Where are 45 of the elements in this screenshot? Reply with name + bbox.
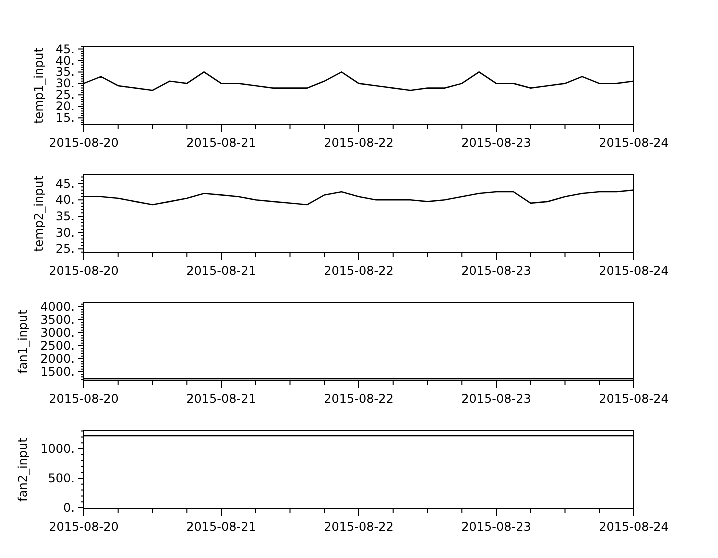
tick-label: 2015-08-23 xyxy=(462,392,532,406)
tick-label: 2015-08-21 xyxy=(186,392,256,406)
tick-label: 30. xyxy=(56,76,75,91)
tick-label: 2015-08-24 xyxy=(599,136,669,150)
tick-label: 2015-08-20 xyxy=(49,264,119,278)
tick-label: 2015-08-21 xyxy=(186,520,256,534)
tick-label: 2500. xyxy=(40,339,75,353)
tick-label: 35. xyxy=(56,65,75,80)
tick-label: 3000. xyxy=(40,326,75,340)
tick-label: 2015-08-23 xyxy=(462,520,532,534)
tick-label: 2015-08-21 xyxy=(186,264,256,278)
tick-label: 2015-08-24 xyxy=(599,392,669,406)
tick-label: 2015-08-20 xyxy=(49,392,119,406)
tick-label: 2015-08-22 xyxy=(324,136,394,150)
tick-label: 1000. xyxy=(40,442,75,456)
tick-label: 40. xyxy=(56,54,75,68)
tick-label: 35. xyxy=(56,209,75,224)
tick-label: 2015-08-22 xyxy=(324,392,394,406)
tick-label: 2015-08-24 xyxy=(599,264,669,278)
axis-title: temp2_input xyxy=(32,176,46,252)
tick-label: 2015-08-21 xyxy=(186,136,256,150)
tick-label: 2015-08-22 xyxy=(324,264,394,278)
tick-label: 2015-08-20 xyxy=(49,136,119,150)
axis-title: fan2_input xyxy=(16,438,30,502)
tick-label: 2015-08-23 xyxy=(462,264,532,278)
tick-label: 2015-08-20 xyxy=(49,520,119,534)
tick-label: 500. xyxy=(48,472,75,486)
tick-label: 2015-08-22 xyxy=(324,520,394,534)
axis-title: temp1_input xyxy=(32,48,46,124)
tick-label: 20. xyxy=(56,100,75,114)
tick-label: 30. xyxy=(56,226,75,240)
tick-label: 40. xyxy=(56,193,75,208)
tick-label: 4000. xyxy=(40,300,75,314)
tick-label: 3500. xyxy=(40,313,75,327)
axis-title: fan1_input xyxy=(16,310,30,374)
tick-label: 1500. xyxy=(40,364,75,379)
tick-label: 25. xyxy=(56,88,75,102)
tick-label: 2000. xyxy=(40,352,75,366)
tick-label: 2015-08-24 xyxy=(599,520,669,534)
tick-label: 25. xyxy=(56,242,75,256)
tick-label: 2015-08-23 xyxy=(462,136,532,150)
tick-label: 45. xyxy=(56,42,75,56)
tick-label: 45. xyxy=(56,176,75,191)
tick-label: 0. xyxy=(64,501,75,515)
tick-label: 15. xyxy=(56,111,75,126)
